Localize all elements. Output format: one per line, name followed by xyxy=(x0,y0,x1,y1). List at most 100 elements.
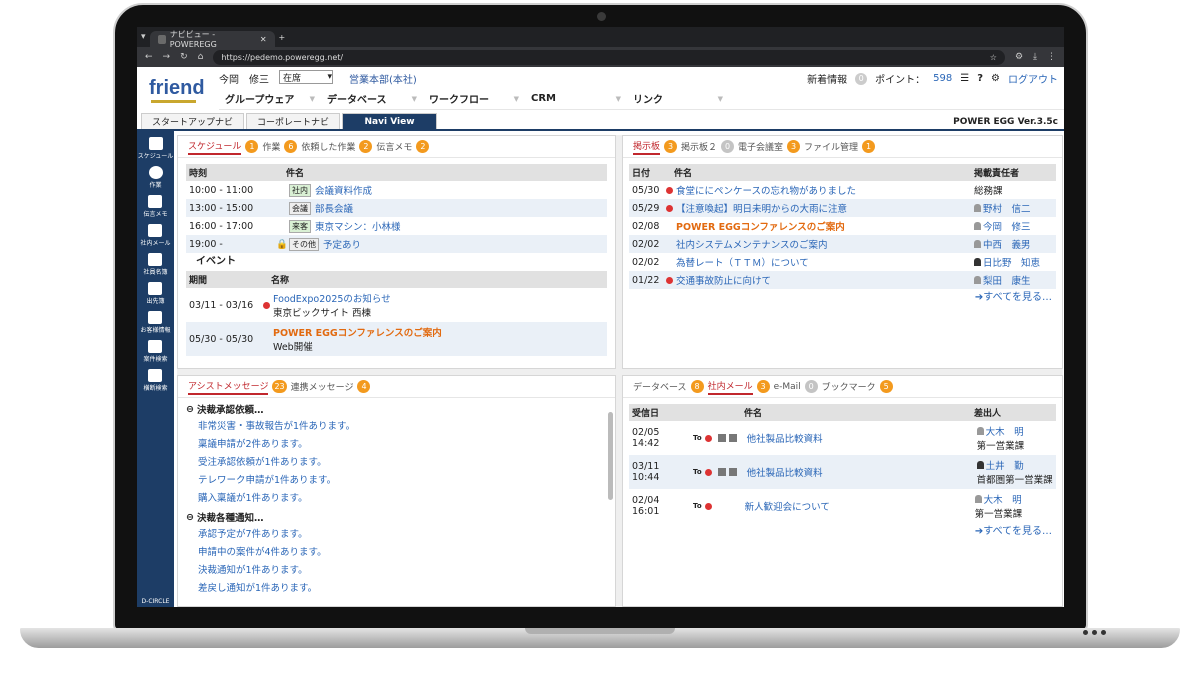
tab-startup-navi[interactable]: スタートアップナビ xyxy=(141,113,245,129)
list-item[interactable]: 非常災害・事故報告が1件あります。 xyxy=(178,418,615,436)
tab-menu-icon[interactable]: ▾ xyxy=(141,32,146,42)
tab-assist-message[interactable]: アシストメッセージ xyxy=(188,379,269,395)
department-link[interactable]: 営業本部(本社) xyxy=(349,71,417,86)
subject-link[interactable]: POWER EGGコンファレンスのご案内 xyxy=(676,219,974,233)
owner-link[interactable]: 中西 義男 xyxy=(983,237,1031,251)
tab-memo[interactable]: 伝言メモ xyxy=(376,140,412,153)
new-tab-icon[interactable]: + xyxy=(279,33,286,42)
subject-link[interactable]: 他社製品比較資料 xyxy=(747,431,977,445)
event-row[interactable]: 03/11 - 03/16 FoodExpo2025のお知らせ 東京ビックサイト … xyxy=(186,288,607,322)
owner-link[interactable]: 日比野 知恵 xyxy=(983,255,1040,269)
table-row[interactable]: 05/29 【注意喚起】明日未明からの大雨に注意 野村 信二 xyxy=(629,199,1056,217)
list-item[interactable]: 差戻し通知が1件あります。 xyxy=(178,580,615,598)
subject-link[interactable]: 他社製品比較資料 xyxy=(747,465,977,479)
subject-link[interactable]: 予定あり xyxy=(323,237,361,251)
group-heading[interactable]: ⊖ 決裁承認依頼… xyxy=(178,400,615,418)
logout-link[interactable]: ログアウト xyxy=(1008,71,1058,86)
forward-icon[interactable]: → xyxy=(163,52,171,62)
scrollbar[interactable] xyxy=(608,412,613,500)
list-item[interactable]: 申請中の案件が4件あります。 xyxy=(178,544,615,562)
tab-board2[interactable]: 掲示板２ xyxy=(681,140,717,153)
sidebar-item-task[interactable]: 作業 xyxy=(148,166,163,189)
tab-linked-message[interactable]: 連携メッセージ xyxy=(291,380,354,393)
tab-requested-task[interactable]: 依頼した作業 xyxy=(301,140,355,153)
group-heading[interactable]: ⊖ 決裁各種通知… xyxy=(178,508,615,526)
table-row[interactable]: 19:00 - 🔒 その他 予定あり xyxy=(186,235,607,253)
sidebar-item-case-search[interactable]: 案件検索 xyxy=(143,340,168,363)
extensions-icon[interactable]: ⚙ xyxy=(1015,52,1023,62)
kebab-menu-icon[interactable]: ⋮ xyxy=(1047,52,1056,62)
subject-link[interactable]: 部長会議 xyxy=(315,201,353,215)
table-row[interactable]: 10:00 - 11:00 社内 会議資料作成 xyxy=(186,181,607,199)
list-item[interactable]: テレワーク申請が1件あります。 xyxy=(178,472,615,490)
tab-schedule[interactable]: スケジュール xyxy=(188,139,242,155)
tab-corporate-navi[interactable]: コーポレートナビ xyxy=(246,113,341,129)
table-row[interactable]: 02/08 POWER EGGコンファレンスのご案内 今岡 修三 xyxy=(629,217,1056,235)
new-info-link[interactable]: 新着情報 xyxy=(807,71,847,86)
home-icon[interactable]: ⌂ xyxy=(198,52,204,62)
help-icon[interactable]: ? xyxy=(977,73,983,84)
sidebar-item-cross-search[interactable]: 横断検索 xyxy=(143,369,168,392)
tab-navi-view[interactable]: Navi View xyxy=(342,113,438,129)
gear-icon[interactable]: ⚙ xyxy=(991,73,1000,84)
sidebar-item-memo[interactable]: 伝言メモ xyxy=(143,195,168,218)
owner-link[interactable]: 梨田 康生 xyxy=(983,273,1031,287)
sidebar-item-directory[interactable]: 社員名簿 xyxy=(143,253,168,276)
subject-link[interactable]: 【注意喚起】明日未明からの大雨に注意 xyxy=(676,201,974,215)
table-row[interactable]: 02/04 16:01 To 新人歓迎会について 大木 明第一営業課 xyxy=(629,489,1056,523)
points-value[interactable]: 598 xyxy=(933,73,952,84)
event-link[interactable]: FoodExpo2025のお知らせ xyxy=(273,291,391,305)
subject-link[interactable]: 社内システムメンテナンスのご案内 xyxy=(676,237,974,251)
list-item[interactable]: 決裁通知が1件あります。 xyxy=(178,562,615,580)
menu-link[interactable]: リンク ▼ xyxy=(627,88,729,109)
owner-link[interactable]: 野村 信二 xyxy=(983,201,1031,215)
table-row[interactable]: 02/02 為替レート（ＴＴＭ）について 日比野 知恵 xyxy=(629,253,1056,271)
table-row[interactable]: 13:00 - 15:00 会議 部長会議 xyxy=(186,199,607,217)
table-row[interactable]: 05/30 食堂ににペンケースの忘れ物がありました 総務課 xyxy=(629,181,1056,199)
star-icon[interactable]: ☆ xyxy=(990,53,997,62)
subject-link[interactable]: 新人歓迎会について xyxy=(745,499,975,513)
see-all-link[interactable]: ➔すべてを見る… xyxy=(629,523,1056,541)
back-icon[interactable]: ← xyxy=(145,52,153,62)
sidebar-item-mail[interactable]: 社内メール xyxy=(140,224,171,247)
url-bar[interactable]: https://pedemo.poweregg.net/ ☆ xyxy=(213,49,1005,65)
subject-link[interactable]: 食堂ににペンケースの忘れ物がありました xyxy=(676,183,974,197)
download-icon[interactable]: ⤓ xyxy=(1033,52,1037,62)
sender-link[interactable]: 土井 勤 xyxy=(986,461,1024,472)
table-row[interactable]: 02/02 社内システムメンテナンスのご案内 中西 義男 xyxy=(629,235,1056,253)
menu-crm[interactable]: CRM ▼ xyxy=(525,88,627,109)
subject-link[interactable]: 交通事故防止に向けて xyxy=(676,273,974,287)
tab-bookmark[interactable]: ブックマーク xyxy=(822,380,876,393)
tab-email[interactable]: e-Mail xyxy=(774,382,801,392)
tab-database[interactable]: データベース xyxy=(633,380,687,393)
subject-link[interactable]: 為替レート（ＴＴＭ）について xyxy=(676,255,974,269)
table-row[interactable]: 16:00 - 17:00 来客 東京マシン：小林様 xyxy=(186,217,607,235)
tab-conference[interactable]: 電子会議室 xyxy=(738,140,783,153)
menu-database[interactable]: データベース ▼ xyxy=(321,88,423,109)
status-select[interactable]: 在席 ▾ xyxy=(279,70,333,84)
list-item[interactable]: 承認予定が7件あります。 xyxy=(178,526,615,544)
sidebar-item-schedule[interactable]: スケジュール xyxy=(138,137,173,160)
tab-task[interactable]: 作業 xyxy=(262,140,280,153)
subject-link[interactable]: 会議資料作成 xyxy=(315,183,372,197)
subject-link[interactable]: 東京マシン：小林様 xyxy=(315,219,401,233)
list-item[interactable]: 稟議申請が2件あります。 xyxy=(178,436,615,454)
list-item[interactable]: 受注承認依頼が1件あります。 xyxy=(178,454,615,472)
user-settings-icon[interactable]: ☰ xyxy=(960,73,969,84)
event-row[interactable]: 05/30 - 05/30 POWER EGGコンファレンスのご案内 Web開催 xyxy=(186,322,607,356)
reload-icon[interactable]: ↻ xyxy=(180,52,188,62)
list-item[interactable]: 購入稟議が1件あります。 xyxy=(178,490,615,508)
event-link[interactable]: POWER EGGコンファレンスのご案内 xyxy=(273,325,442,339)
browser-tab[interactable]: ナビビュー - POWEREGG ✕ xyxy=(149,30,275,49)
sender-link[interactable]: 大木 明 xyxy=(984,495,1022,506)
menu-workflow[interactable]: ワークフロー ▼ xyxy=(423,88,525,109)
sidebar-item-customer[interactable]: お客様情報 xyxy=(140,311,171,334)
tab-board[interactable]: 掲示板 xyxy=(633,139,661,155)
sidebar-item-whereabouts[interactable]: 出先簿 xyxy=(146,282,165,305)
owner-link[interactable]: 今岡 修三 xyxy=(983,219,1031,233)
sender-link[interactable]: 大木 明 xyxy=(986,427,1024,438)
see-all-link[interactable]: ➔すべてを見る… xyxy=(629,289,1056,307)
close-tab-icon[interactable]: ✕ xyxy=(260,35,267,44)
table-row[interactable]: 03/11 10:44 To 他社製品比較資料 土井 勤首都圏第一営業課 xyxy=(629,455,1056,489)
tab-internal-mail[interactable]: 社内メール xyxy=(707,379,753,395)
